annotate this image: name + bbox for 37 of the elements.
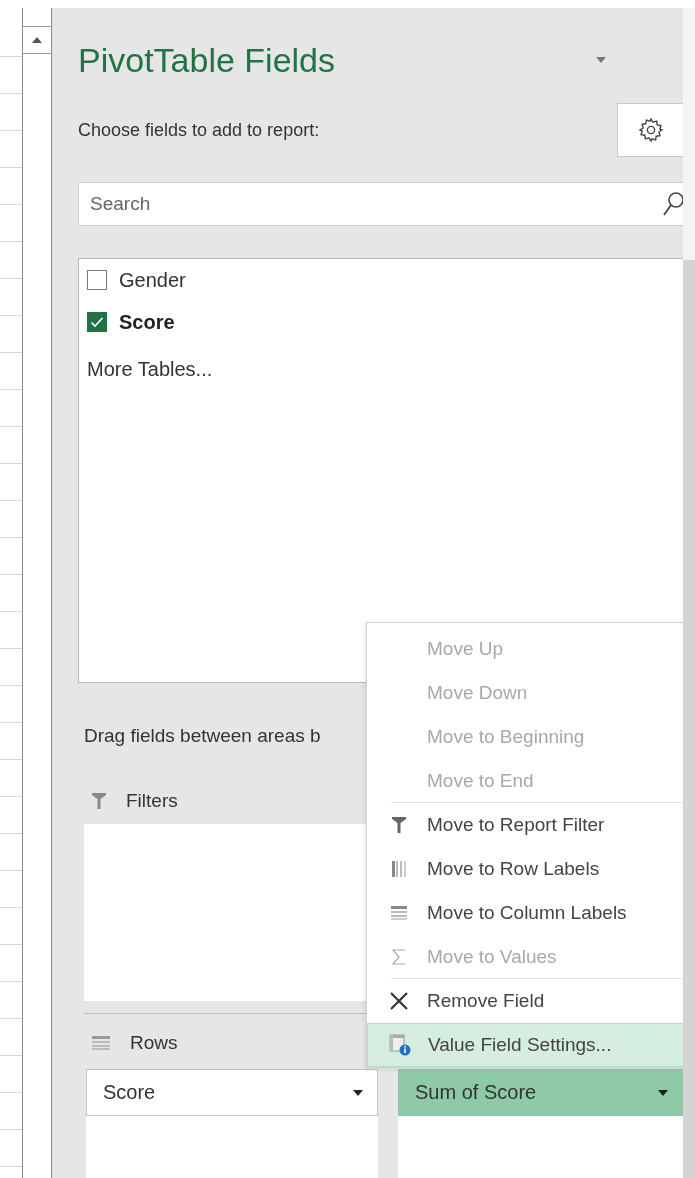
scrollbar[interactable] — [22, 8, 52, 1178]
menu-item[interactable]: Remove Field — [367, 979, 683, 1023]
search-field[interactable]: Search — [78, 182, 683, 226]
rows-icon — [92, 1036, 110, 1050]
sigma-icon — [392, 949, 406, 965]
filter-icon — [392, 817, 406, 833]
menu-item[interactable]: Move to Report Filter — [367, 803, 683, 847]
checkmark-icon — [90, 316, 104, 328]
remove-icon — [389, 991, 409, 1011]
more-tables-link[interactable]: More Tables... — [87, 358, 213, 381]
row-labels-icon — [392, 861, 406, 877]
scrollbar[interactable] — [683, 8, 695, 1178]
filter-icon — [92, 793, 106, 809]
checkbox[interactable] — [87, 312, 107, 332]
field-label[interactable]: Gender — [119, 268, 186, 292]
field-label[interactable]: Score — [119, 310, 175, 334]
panel-title: PivotTable Fields — [78, 40, 335, 81]
menu-item[interactable]: Move to Row Labels — [367, 847, 683, 891]
search-icon — [663, 191, 683, 217]
menu-item[interactable]: Move to Column Labels — [367, 891, 683, 935]
caret-icon — [353, 1089, 363, 1096]
field-settings-icon — [389, 1034, 411, 1056]
menu-item[interactable]: Value Field Settings... — [367, 1023, 683, 1067]
area-title: Filters — [126, 790, 178, 812]
scroll-up-button[interactable] — [23, 26, 51, 54]
tools-button[interactable] — [617, 103, 683, 157]
caret-icon[interactable] — [596, 57, 606, 63]
field-dropdown[interactable]: Sum of Score — [398, 1069, 683, 1116]
gear-icon — [638, 117, 664, 143]
checkbox[interactable] — [87, 270, 107, 290]
column-labels-icon — [391, 906, 407, 920]
areas-hint-text: Drag fields between areas b — [84, 724, 321, 748]
field-dropdown[interactable]: Score — [86, 1069, 378, 1116]
caret-icon — [658, 1089, 668, 1096]
up-arrow-icon — [32, 37, 42, 43]
instruction-text: Choose fields to add to report: — [78, 119, 320, 141]
area-title: Rows — [130, 1032, 178, 1054]
